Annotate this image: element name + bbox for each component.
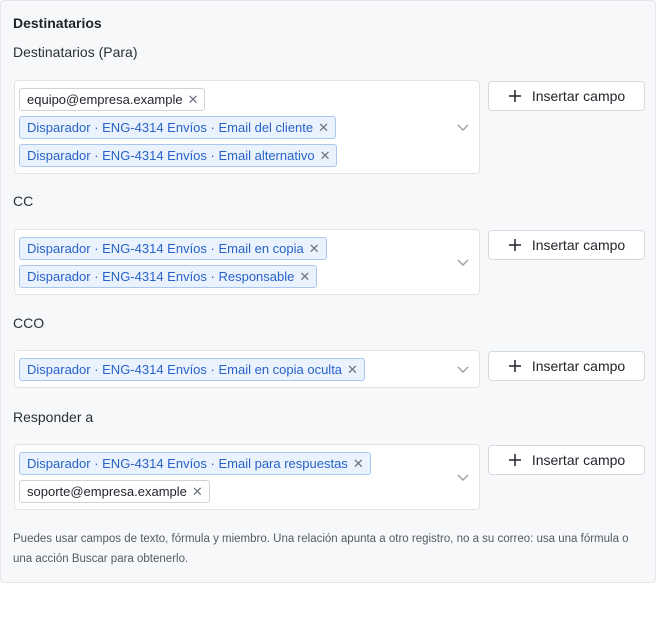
to-label: Destinatarios (Para)	[13, 44, 138, 60]
recipient-tag: Disparador · ENG-4314 Envíos · Responsab…	[19, 264, 318, 288]
bcc-field[interactable]: Disparador · ENG-4314 Envíos · Email en …	[14, 350, 480, 388]
chevron-down-icon[interactable]	[456, 257, 470, 267]
recipient-tag: Disparador · ENG-4314 Envíos · Email en …	[19, 236, 327, 260]
plus-icon	[508, 360, 521, 372]
tag-label: Disparador · ENG-4314 Envíos · Email del…	[27, 119, 314, 135]
bcc-label: CCO	[13, 315, 45, 331]
tag-label: Disparador · ENG-4314 Envíos · Email alt…	[27, 147, 315, 163]
tag-label: soporte@empresa.example	[27, 483, 187, 499]
remove-tag-icon[interactable]: ✕	[299, 270, 310, 283]
recipient-tag: equipo@empresa.example ✕	[19, 87, 206, 111]
plus-icon	[508, 454, 521, 466]
chevron-down-icon[interactable]	[456, 364, 470, 374]
remove-tag-icon[interactable]: ✕	[320, 149, 331, 162]
insert-field-button-cc[interactable]: Insertar campo	[488, 230, 645, 260]
remove-tag-icon[interactable]: ✕	[347, 363, 358, 376]
insert-field-label: Insertar campo	[531, 237, 626, 253]
reply-to-label: Responder a	[13, 409, 94, 425]
chevron-down-icon[interactable]	[456, 122, 470, 132]
recipient-tag: Disparador · ENG-4314 Envíos · Email en …	[19, 357, 365, 381]
cc-field[interactable]: Disparador · ENG-4314 Envíos · Email en …	[14, 229, 480, 295]
remove-tag-icon[interactable]: ✕	[192, 485, 203, 498]
chevron-down-icon[interactable]	[456, 472, 470, 482]
recipients-panel: Destinatarios Destinatarios (Para) equip…	[0, 0, 656, 583]
plus-icon	[508, 239, 521, 251]
remove-tag-icon[interactable]: ✕	[309, 242, 320, 255]
tag-label: Disparador · ENG-4314 Envíos · Responsab…	[27, 268, 295, 284]
insert-field-label: Insertar campo	[531, 88, 626, 104]
tag-label: Disparador · ENG-4314 Envíos · Email par…	[27, 455, 348, 471]
remove-tag-icon[interactable]: ✕	[188, 93, 199, 106]
insert-field-button-to[interactable]: Insertar campo	[488, 81, 645, 111]
insert-field-label: Insertar campo	[531, 452, 626, 468]
remove-tag-icon[interactable]: ✕	[353, 457, 364, 470]
reply-to-field[interactable]: Disparador · ENG-4314 Envíos · Email par…	[14, 444, 480, 510]
tag-label: Disparador · ENG-4314 Envíos · Email en …	[27, 240, 304, 256]
help-text: Puedes usar campos de texto, fórmula y m…	[13, 533, 629, 565]
tag-label: equipo@empresa.example	[27, 91, 183, 107]
tag-label: Disparador · ENG-4314 Envíos · Email en …	[27, 361, 343, 377]
section-title: Destinatarios	[13, 15, 102, 31]
to-field[interactable]: equipo@empresa.example ✕ Disparador · ENG…	[14, 80, 480, 174]
recipient-tag: Disparador · ENG-4314 Envíos · Email del…	[19, 115, 337, 139]
cc-label: CC	[13, 193, 34, 209]
insert-field-button-reply-to[interactable]: Insertar campo	[488, 445, 645, 475]
recipient-tag: Disparador · ENG-4314 Envíos · Email alt…	[19, 143, 338, 167]
insert-field-button-bcc[interactable]: Insertar campo	[488, 351, 645, 381]
recipient-tag: Disparador · ENG-4314 Envíos · Email par…	[19, 451, 371, 475]
remove-tag-icon[interactable]: ✕	[318, 121, 329, 134]
insert-field-label: Insertar campo	[531, 358, 626, 374]
plus-icon	[508, 90, 521, 102]
recipient-tag: soporte@empresa.example ✕	[19, 479, 210, 503]
